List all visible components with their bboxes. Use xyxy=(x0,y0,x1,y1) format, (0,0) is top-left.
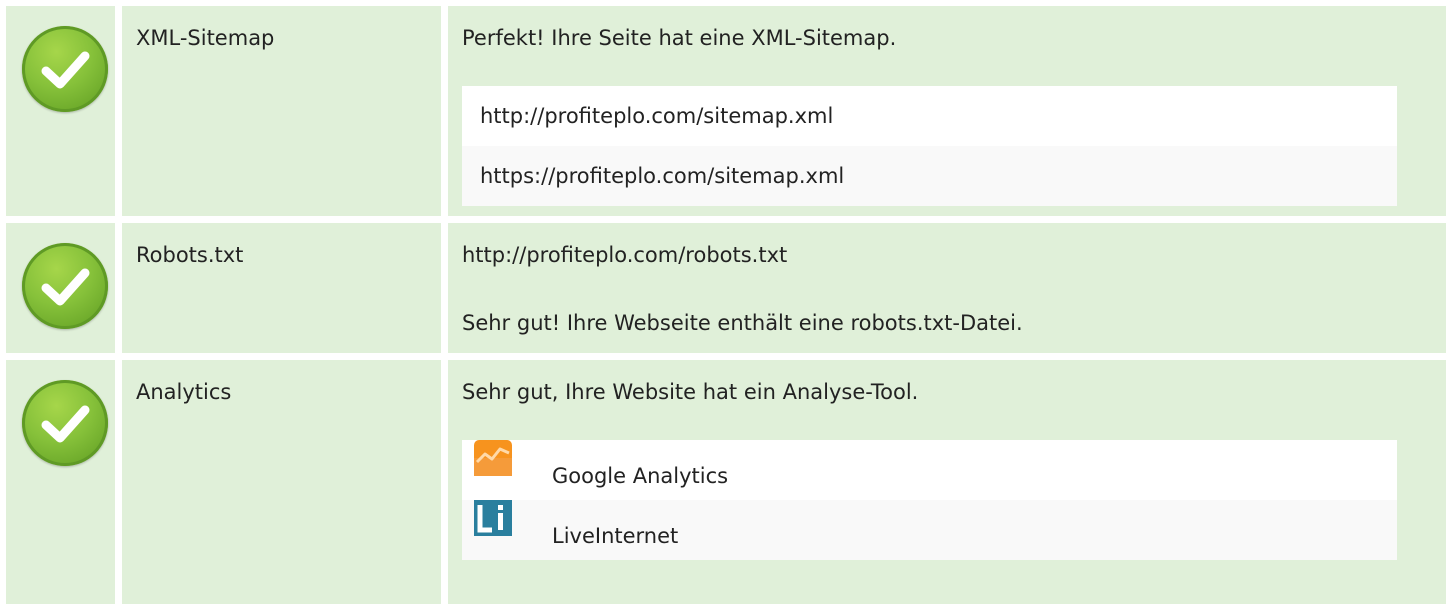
check-circle-icon xyxy=(22,26,108,112)
status-message: Sehr gut! Ihre Webseite enthält eine rob… xyxy=(462,311,1023,335)
row-xml-sitemap: XML-Sitemap Perfekt! Ihre Seite hat eine… xyxy=(0,6,1446,216)
seo-check-table: XML-Sitemap Perfekt! Ihre Seite hat eine… xyxy=(0,0,1446,604)
row-label: Robots.txt xyxy=(136,243,244,267)
robots-url[interactable]: http://profiteplo.com/robots.txt xyxy=(462,241,787,269)
sitemap-list: http://profiteplo.com/sitemap.xml https:… xyxy=(462,86,1397,206)
check-circle-icon xyxy=(22,380,108,466)
status-message: Perfekt! Ihre Seite hat eine XML-Sitemap… xyxy=(462,26,897,50)
row-analytics: Analytics Sehr gut, Ihre Website hat ein… xyxy=(0,360,1446,604)
row-label: Analytics xyxy=(136,380,232,404)
status-cell xyxy=(6,223,115,353)
tool-name: Google Analytics xyxy=(552,464,729,488)
list-item[interactable]: http://profiteplo.com/sitemap.xml xyxy=(462,86,1397,146)
detail-cell: Sehr gut, Ihre Website hat ein Analyse-T… xyxy=(448,360,1446,604)
label-cell: Analytics xyxy=(122,360,441,604)
list-item[interactable]: https://profiteplo.com/sitemap.xml xyxy=(462,146,1397,206)
status-message: Sehr gut, Ihre Website hat ein Analyse-T… xyxy=(462,380,919,404)
label-cell: Robots.txt xyxy=(122,223,441,353)
status-cell xyxy=(6,6,115,216)
row-label: XML-Sitemap xyxy=(136,26,275,50)
check-circle-icon xyxy=(22,243,108,329)
analytics-tool-list: Google Analytics LiveInternet xyxy=(462,440,1397,560)
detail-cell: Perfekt! Ihre Seite hat eine XML-Sitemap… xyxy=(448,6,1446,216)
row-robots-txt: Robots.txt http://profiteplo.com/robots.… xyxy=(0,223,1446,353)
label-cell: XML-Sitemap xyxy=(122,6,441,216)
list-item: Google Analytics xyxy=(462,440,1397,500)
google-analytics-icon xyxy=(474,440,512,476)
list-item: LiveInternet xyxy=(462,500,1397,560)
detail-cell: http://profiteplo.com/robots.txt Sehr gu… xyxy=(448,223,1446,353)
tool-name: LiveInternet xyxy=(552,524,679,548)
status-cell xyxy=(6,360,115,604)
liveinternet-icon xyxy=(474,500,512,536)
